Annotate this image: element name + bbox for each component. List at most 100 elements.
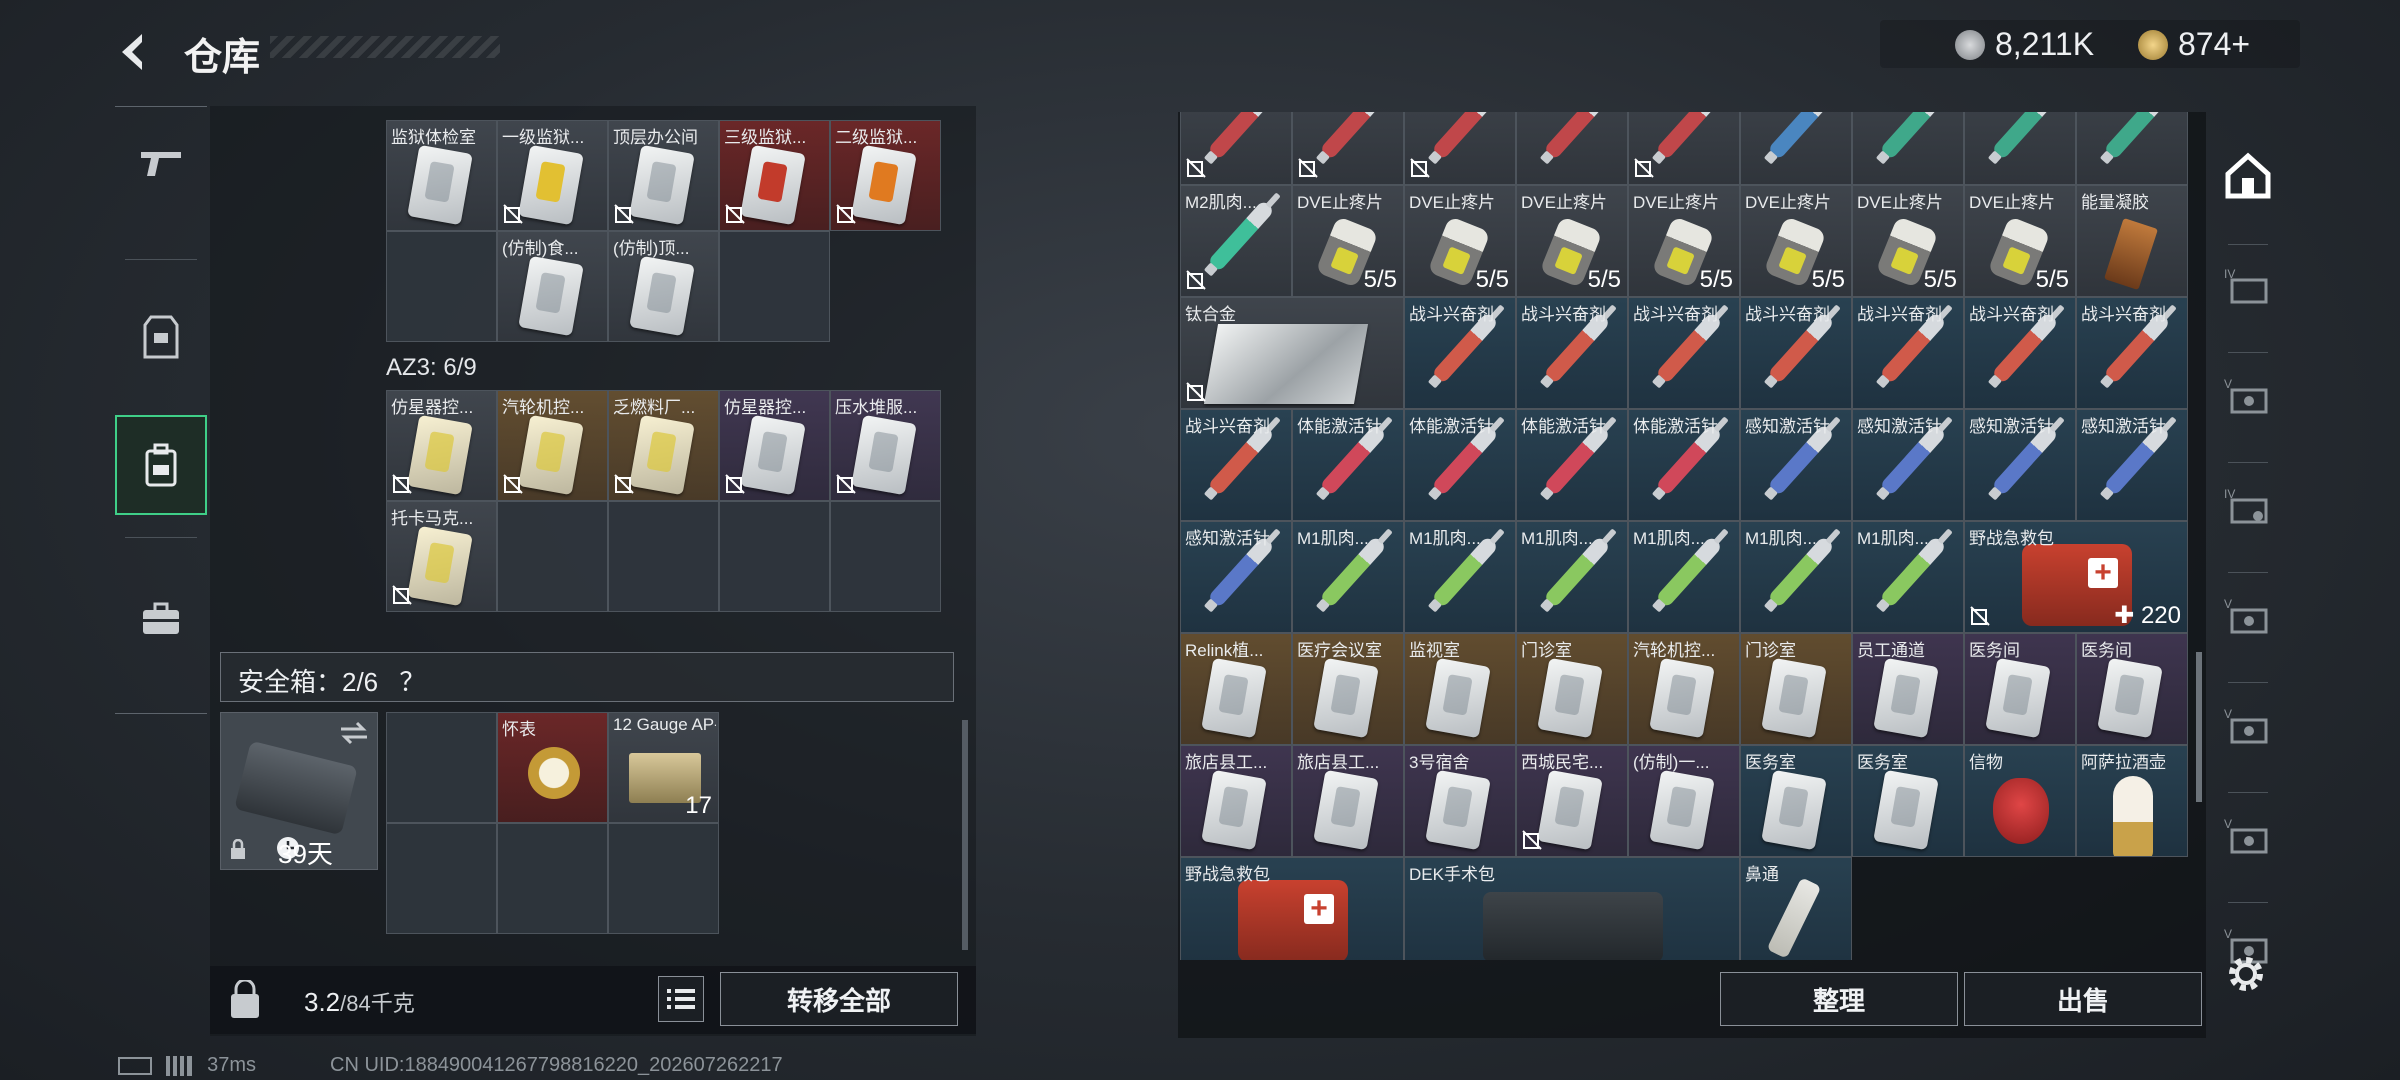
item-slot[interactable]: DVE止疼片 5/5 <box>1628 184 1740 297</box>
stash-tab-7[interactable]: V <box>2218 806 2278 866</box>
item-slot[interactable]: 感知激活针 <box>1180 520 1292 633</box>
item-slot[interactable]: DVE止疼片 5/5 <box>1516 184 1628 297</box>
item-slot[interactable]: M1肌肉... <box>1516 520 1628 633</box>
help-icon[interactable]: ？ <box>399 667 425 697</box>
item-slot[interactable]: M1肌肉... <box>1404 520 1516 633</box>
item-slot[interactable]: 托卡马克... <box>386 501 497 612</box>
item-slot[interactable]: 仿星器控... <box>719 390 830 501</box>
nav-armor[interactable] <box>115 287 207 387</box>
item-slot[interactable]: 战斗兴奋剂 <box>1404 296 1516 409</box>
back-button[interactable] <box>112 28 160 76</box>
stash-scrollbar[interactable] <box>2196 652 2202 802</box>
item-slot[interactable] <box>719 231 830 342</box>
item-slot[interactable] <box>830 501 941 612</box>
item-slot[interactable]: 压水堆服... <box>830 390 941 501</box>
item-slot[interactable]: 感知激活针 <box>1964 408 2076 521</box>
item-slot[interactable]: 旅店县工... <box>1292 744 1404 857</box>
item-slot[interactable]: 医疗会议室 <box>1292 632 1404 745</box>
item-slot[interactable]: 战斗兴奋剂 <box>1628 296 1740 409</box>
nav-weapons[interactable] <box>115 113 207 213</box>
stash-tab-home[interactable] <box>2218 146 2278 206</box>
stash-tab-2[interactable]: IV <box>2218 256 2278 316</box>
item-slot[interactable] <box>608 501 719 612</box>
item-slot[interactable]: Relink植... <box>1180 632 1292 745</box>
item-slot[interactable]: 感知激活针 <box>2076 408 2188 521</box>
item-slot[interactable]: 体能激活针 <box>1628 408 1740 521</box>
item-slot[interactable] <box>386 712 497 823</box>
item-slot[interactable]: 门诊室 <box>1516 632 1628 745</box>
item-slot[interactable]: 3号宿舍 <box>1404 744 1516 857</box>
item-slot[interactable]: 体能激活针 <box>1516 408 1628 521</box>
item-slot[interactable]: 感知激活针 <box>1852 408 1964 521</box>
item-slot[interactable]: 能量凝胶 <box>2076 184 2188 297</box>
item-slot[interactable]: 战斗兴奋剂 <box>1516 296 1628 409</box>
settings-button[interactable] <box>2222 950 2270 998</box>
stash-tab-5[interactable]: V <box>2218 586 2278 646</box>
item-slot[interactable]: (仿制)顶... <box>608 231 719 342</box>
item-slot[interactable]: 战斗兴奋剂 <box>1180 408 1292 521</box>
item-slot[interactable] <box>1964 112 2076 185</box>
item-slot[interactable]: M1肌肉... <box>1628 520 1740 633</box>
item-slot[interactable]: M1肌肉... <box>1740 520 1852 633</box>
item-slot[interactable]: 医务室 <box>1740 744 1852 857</box>
item-slot[interactable] <box>386 823 497 934</box>
item-slot[interactable]: 战斗兴奋剂 <box>1852 296 1964 409</box>
item-slot[interactable] <box>1404 112 1516 185</box>
nav-cases[interactable] <box>115 569 207 669</box>
item-slot[interactable] <box>719 501 830 612</box>
item-slot[interactable]: DVE止疼片 5/5 <box>1292 184 1404 297</box>
sell-button[interactable]: 出售 <box>1964 972 2202 1026</box>
item-slot[interactable]: 汽轮机控... <box>1628 632 1740 745</box>
item-slot[interactable]: M2肌肉... <box>1180 184 1292 297</box>
item-slot[interactable]: 信物 <box>1964 744 2076 857</box>
item-slot[interactable]: 旅店县工... <box>1180 744 1292 857</box>
currency-premium[interactable]: 874+ <box>2138 26 2250 63</box>
item-slot[interactable]: DEK手术包 <box>1404 856 1740 960</box>
item-slot[interactable]: DVE止疼片 5/5 <box>1964 184 2076 297</box>
item-slot[interactable]: 12 Gauge AP-20 17 <box>608 712 719 823</box>
item-slot[interactable]: (仿制)一... <box>1628 744 1740 857</box>
item-slot[interactable]: 二级监狱... <box>830 120 941 231</box>
item-slot[interactable]: 顶层办公间 <box>608 120 719 231</box>
item-slot[interactable]: 野战急救包 <box>1180 856 1404 960</box>
item-slot[interactable]: 感知激活针 <box>1740 408 1852 521</box>
item-slot[interactable]: M1肌肉... <box>1852 520 1964 633</box>
item-slot[interactable] <box>2076 112 2188 185</box>
item-slot[interactable]: 员工通道 <box>1852 632 1964 745</box>
list-view-button[interactable] <box>658 976 704 1022</box>
item-slot[interactable] <box>1740 112 1852 185</box>
item-slot[interactable]: DVE止疼片 5/5 <box>1404 184 1516 297</box>
item-slot[interactable]: 钛合金 <box>1180 296 1404 409</box>
stash-tab-6[interactable]: V <box>2218 696 2278 756</box>
item-slot[interactable]: 三级监狱... <box>719 120 830 231</box>
item-slot[interactable]: 体能激活针 <box>1292 408 1404 521</box>
item-slot[interactable]: 医务间 <box>2076 632 2188 745</box>
sort-button[interactable]: 整理 <box>1720 972 1958 1026</box>
item-slot[interactable]: 阿萨拉酒壶 <box>2076 744 2188 857</box>
item-slot[interactable]: 体能激活针 <box>1404 408 1516 521</box>
item-slot[interactable]: DVE止疼片 5/5 <box>1740 184 1852 297</box>
item-slot[interactable]: 监狱体检室 <box>386 120 497 231</box>
item-slot[interactable]: 医务室 <box>1852 744 1964 857</box>
item-slot[interactable]: 医务间 <box>1964 632 2076 745</box>
item-slot[interactable]: 战斗兴奋剂 <box>2076 296 2188 409</box>
transfer-all-button[interactable]: 转移全部 <box>720 972 958 1026</box>
nav-backpack[interactable] <box>115 415 207 515</box>
item-slot[interactable]: 战斗兴奋剂 <box>1740 296 1852 409</box>
item-slot[interactable] <box>497 823 608 934</box>
left-scrollbar[interactable] <box>962 720 968 950</box>
item-slot[interactable]: 怀表 <box>497 712 608 823</box>
item-slot[interactable] <box>497 501 608 612</box>
item-slot[interactable] <box>1292 112 1404 185</box>
item-slot[interactable] <box>1180 112 1292 185</box>
item-slot[interactable] <box>1516 112 1628 185</box>
item-slot[interactable]: 汽轮机控... <box>497 390 608 501</box>
stash-tab-4[interactable]: IV <box>2218 476 2278 536</box>
swap-icon[interactable] <box>339 721 369 745</box>
item-slot[interactable]: 战斗兴奋剂 <box>1964 296 2076 409</box>
item-slot[interactable] <box>608 823 719 934</box>
item-slot[interactable]: 一级监狱... <box>497 120 608 231</box>
item-slot[interactable]: 野战急救包 ✚ 220 <box>1964 520 2188 633</box>
item-slot[interactable]: 监视室 <box>1404 632 1516 745</box>
stash-tab-3[interactable]: V <box>2218 366 2278 426</box>
